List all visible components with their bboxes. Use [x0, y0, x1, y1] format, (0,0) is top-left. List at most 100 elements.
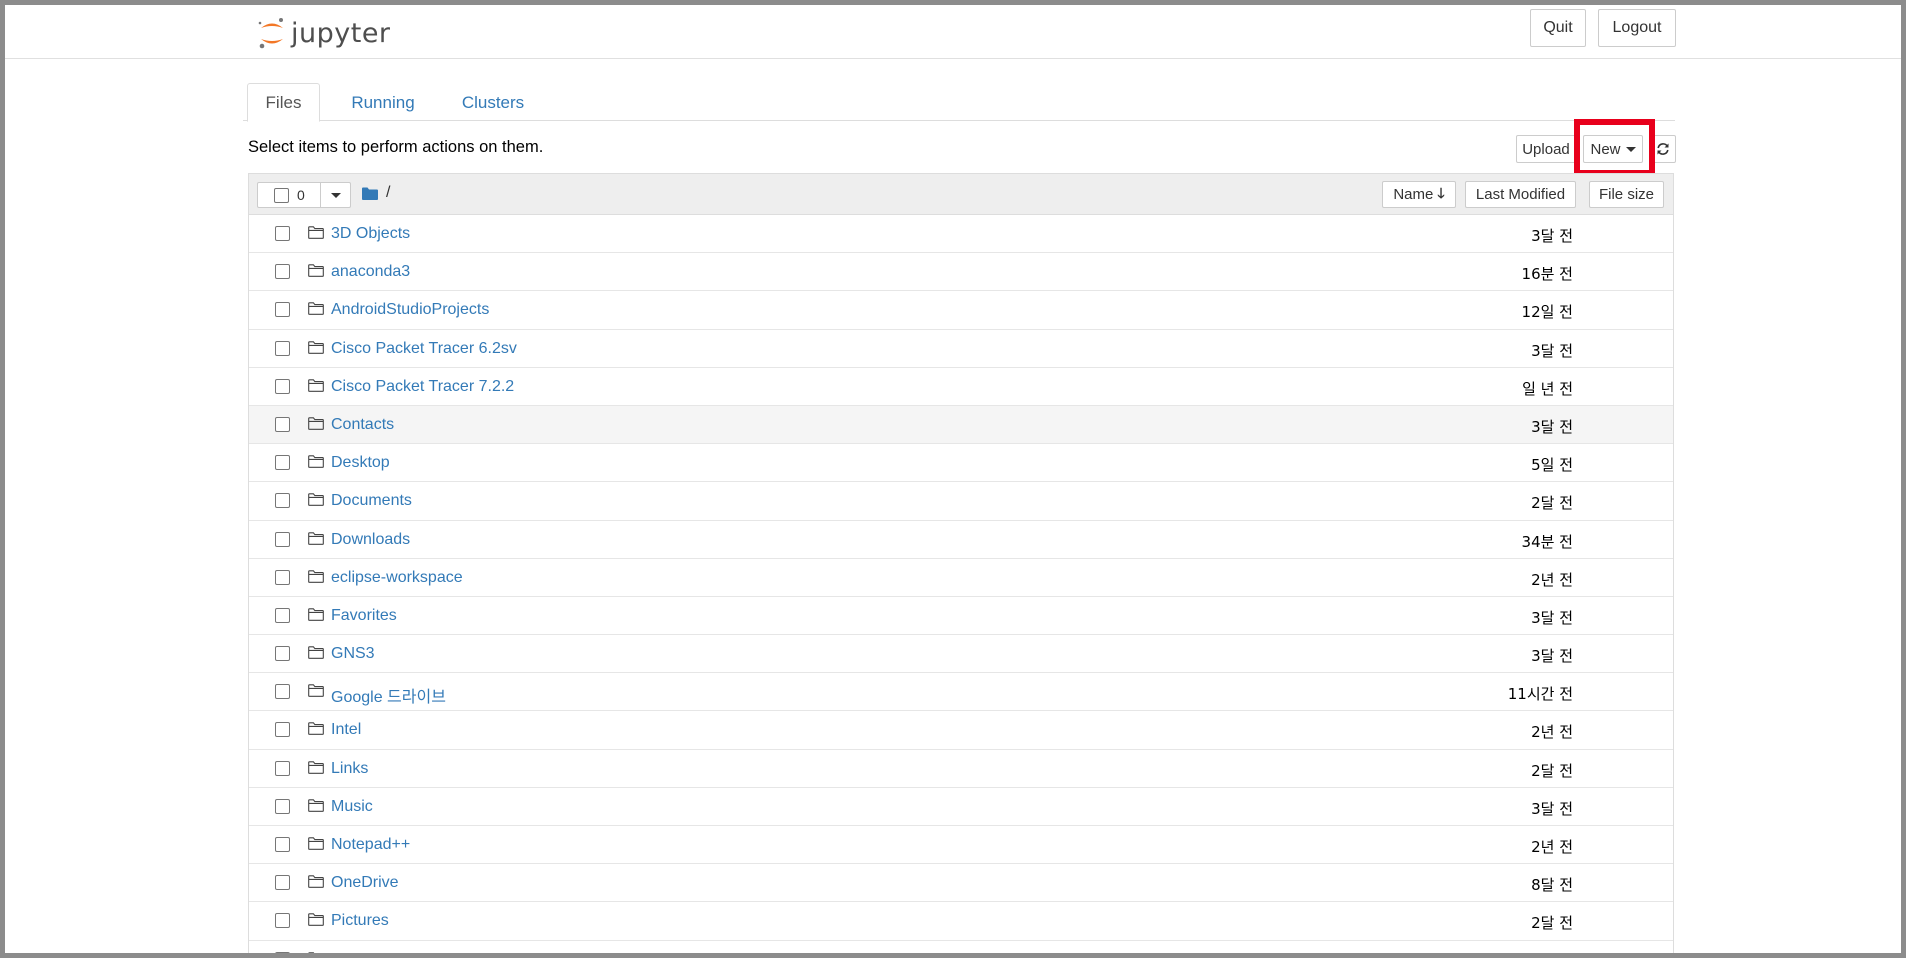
row-checkbox[interactable] — [275, 416, 290, 432]
select-all-group[interactable]: 0 — [257, 182, 351, 208]
row-checkbox[interactable] — [275, 226, 290, 241]
sort-by-modified-button[interactable]: Last Modified — [1465, 181, 1576, 208]
row-checkbox[interactable] — [275, 875, 290, 891]
file-name-link[interactable]: eclipse-workspace — [331, 569, 463, 587]
table-row[interactable]: Cisco Packet Tracer 7.2.2 일 년 전 — [249, 368, 1673, 406]
row-checkbox[interactable] — [275, 340, 290, 356]
file-modified: 2년 전 — [1531, 838, 1573, 856]
file-rows: 3D Objects 3달 전 anaconda3 16분 전 AndroidStudi… — [249, 215, 1673, 954]
logout-button[interactable]: Logout — [1598, 9, 1676, 47]
table-row[interactable]: eclipse-workspace 2년 전 — [249, 559, 1673, 597]
folder-outline-icon — [308, 913, 324, 927]
file-name-link[interactable]: OneDrive — [331, 874, 399, 892]
table-row[interactable]: Contacts 3달 전 — [249, 405, 1673, 445]
file-name-link[interactable]: Music — [331, 798, 373, 816]
row-checkbox[interactable] — [275, 913, 290, 929]
file-name-link[interactable]: Contacts — [331, 416, 394, 434]
row-checkbox[interactable] — [275, 798, 290, 814]
table-row[interactable]: GNS3 3달 전 — [249, 635, 1673, 674]
file-name-link[interactable]: Favorites — [331, 607, 397, 625]
file-modified: 4달 전 — [1531, 951, 1573, 954]
file-name-link[interactable]: Google 드라이브 — [331, 683, 446, 707]
folder-outline-icon — [308, 760, 324, 774]
breadcrumb-path[interactable]: / — [386, 184, 390, 202]
jupyter-logo-icon — [258, 18, 283, 49]
table-row[interactable]: Notepad++ 2년 전 — [249, 826, 1673, 865]
folder-outline-icon — [308, 379, 324, 392]
table-row[interactable]: Music 3달 전 — [249, 788, 1673, 826]
folder-outline-icon — [308, 531, 324, 545]
row-checkbox[interactable] — [275, 722, 290, 738]
file-modified: 2달 전 — [1531, 494, 1573, 513]
tab-running[interactable]: Running — [333, 83, 433, 122]
row-checkbox[interactable] — [275, 837, 290, 852]
table-row[interactable]: Downloads 34분 전 — [249, 521, 1673, 559]
row-checkbox[interactable] — [275, 684, 290, 700]
table-row[interactable]: AndroidStudioProjects 12일 전 — [249, 291, 1673, 330]
file-modified: 11시간 전 — [1507, 685, 1573, 704]
table-row[interactable]: Cisco Packet Tracer 6.2sv 3달 전 — [249, 330, 1673, 368]
folder-outline-icon — [308, 684, 324, 698]
jupyter-logo[interactable]: jupyter — [257, 13, 391, 53]
row-checkbox[interactable] — [275, 302, 290, 318]
row-checkbox[interactable] — [275, 455, 290, 471]
file-name-link[interactable]: Downloads — [331, 531, 410, 549]
file-name-link[interactable]: AndroidStudioProjects — [331, 301, 489, 319]
file-name-link[interactable]: Desktop — [331, 454, 390, 472]
folder-outline-icon — [308, 340, 324, 354]
table-row[interactable]: 3D Objects 3달 전 — [249, 215, 1673, 254]
file-name-link[interactable]: Postman — [331, 951, 394, 953]
file-name-link[interactable]: Intel — [331, 721, 361, 739]
new-button-highlight — [1574, 119, 1655, 176]
table-row[interactable]: Desktop 5일 전 — [249, 444, 1673, 483]
row-checkbox[interactable] — [275, 569, 290, 585]
file-name-link[interactable]: Links — [331, 760, 368, 778]
file-name-link[interactable]: anaconda3 — [331, 263, 410, 281]
file-name-link[interactable]: Documents — [331, 492, 412, 510]
table-row[interactable]: OneDrive 8달 전 — [249, 864, 1673, 903]
file-name-link[interactable]: GNS3 — [331, 645, 375, 663]
table-row[interactable]: Intel 2년 전 — [249, 711, 1673, 750]
row-checkbox[interactable] — [275, 646, 290, 662]
breadcrumb[interactable]: / — [362, 184, 390, 202]
sort-by-name-button[interactable]: Name 🡓 — [1382, 181, 1456, 208]
row-checkbox[interactable] — [275, 378, 290, 394]
table-row[interactable]: Favorites 3달 전 — [249, 597, 1673, 636]
file-name-link[interactable]: 3D Objects — [331, 225, 410, 243]
table-row[interactable]: Documents 2달 전 — [249, 482, 1673, 521]
row-checkbox[interactable] — [275, 493, 290, 509]
folder-icon — [362, 187, 378, 200]
sort-name-label: Name — [1393, 186, 1434, 203]
table-row[interactable]: anaconda3 16분 전 — [249, 253, 1673, 292]
folder-outline-icon — [308, 417, 324, 430]
file-modified: 3달 전 — [1531, 417, 1573, 436]
folder-outline-icon — [308, 608, 324, 621]
row-checkbox[interactable] — [275, 607, 290, 623]
select-all-checkbox[interactable] — [274, 187, 289, 203]
table-row[interactable]: Google 드라이브 11시간 전 — [249, 673, 1673, 712]
file-name-link[interactable]: Cisco Packet Tracer 6.2sv — [331, 340, 517, 358]
file-modified: 3달 전 — [1531, 341, 1573, 360]
file-modified: 일 년 전 — [1522, 379, 1573, 398]
tab-files[interactable]: Files — [247, 83, 320, 122]
select-dropdown-toggle[interactable] — [320, 183, 350, 207]
file-name-link[interactable]: Pictures — [331, 912, 389, 930]
file-list-header: 0 / Name 🡓 Last Modified File size — [249, 174, 1673, 215]
upload-button[interactable]: Upload — [1516, 135, 1576, 163]
quit-button[interactable]: Quit — [1530, 9, 1586, 47]
row-checkbox[interactable] — [275, 264, 290, 280]
tab-clusters[interactable]: Clusters — [443, 83, 543, 122]
row-checkbox[interactable] — [275, 951, 290, 953]
logo-text: jupyter — [291, 17, 391, 49]
table-row[interactable]: Pictures 2달 전 — [249, 902, 1673, 941]
arrow-down-icon: 🡓 — [1437, 184, 1445, 201]
folder-outline-icon — [308, 951, 315, 953]
table-row[interactable]: Postman 4달 전 — [249, 941, 1673, 954]
folder-outline-icon — [308, 493, 324, 507]
row-checkbox[interactable] — [275, 531, 290, 547]
file-name-link[interactable]: Cisco Packet Tracer 7.2.2 — [331, 378, 514, 396]
table-row[interactable]: Links 2달 전 — [249, 750, 1673, 788]
row-checkbox[interactable] — [275, 760, 290, 776]
file-name-link[interactable]: Notepad++ — [331, 836, 410, 854]
sort-by-size-button[interactable]: File size — [1589, 181, 1664, 208]
